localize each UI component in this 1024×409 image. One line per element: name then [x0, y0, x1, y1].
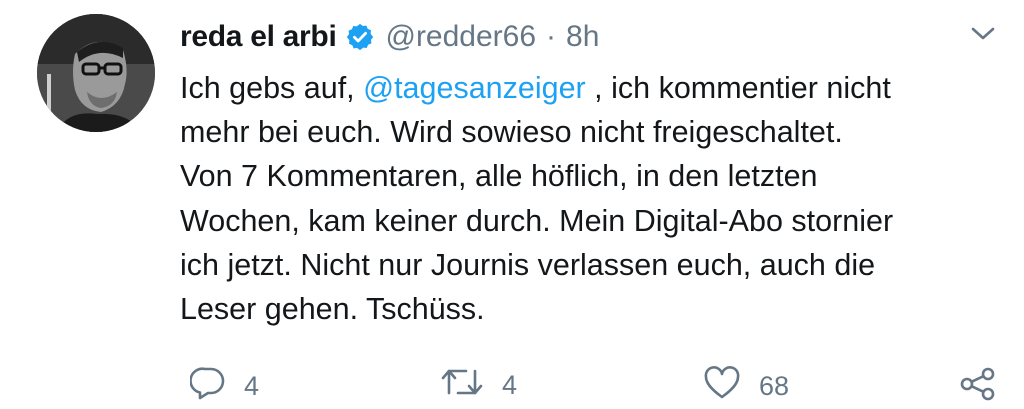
tweet-text-fragment: , ich kommentier nicht	[585, 71, 891, 105]
author-handle[interactable]: @redder66	[385, 20, 536, 54]
reply-count: 4	[244, 371, 260, 401]
share-icon	[958, 366, 998, 409]
like-count: 68	[759, 371, 790, 401]
separator-dot: ·	[546, 20, 557, 53]
like-button[interactable]: 68	[703, 366, 789, 407]
timestamp[interactable]: 8h	[566, 20, 599, 54]
tweet-text-fragment: Ich gebs auf,	[180, 71, 364, 105]
tweet-text-line: Leser gehen. Tschüss.	[180, 292, 485, 327]
verified-badge-icon	[345, 22, 375, 52]
avatar[interactable]	[37, 14, 155, 132]
heart-icon	[703, 366, 741, 407]
tweet-text: Ich gebs auf, @tagesanzeiger , ich komme…	[180, 66, 1010, 331]
tweet-header: reda el arbi @redder66 · 8h	[180, 16, 599, 58]
avatar-photo	[37, 14, 155, 132]
author-name[interactable]: reda el arbi	[180, 20, 337, 54]
tweet-text-line: Wochen, kam keiner durch. Mein Digital-A…	[180, 203, 894, 238]
reply-icon	[189, 366, 226, 407]
retweet-button[interactable]: 4	[440, 366, 517, 405]
share-button[interactable]	[958, 366, 998, 409]
retweet-icon	[440, 366, 484, 405]
tweet-text-line: mehr bei euch. Wird sowieso nicht freige…	[180, 115, 843, 150]
chevron-down-icon[interactable]	[970, 25, 996, 48]
tweet-text-line: ich jetzt. Nicht nur Journis verlassen e…	[180, 247, 876, 282]
tweet-text-line: Von 7 Kommentaren, alle höflich, in den …	[180, 159, 818, 194]
retweet-count: 4	[502, 370, 518, 400]
tweet-actions: 4 4 68	[0, 360, 1024, 405]
reply-button[interactable]: 4	[189, 366, 260, 407]
tweet-text-line: Ich gebs auf, @tagesanzeiger , ich komme…	[180, 66, 1010, 110]
mention-link[interactable]: @tagesanzeiger	[363, 71, 586, 105]
